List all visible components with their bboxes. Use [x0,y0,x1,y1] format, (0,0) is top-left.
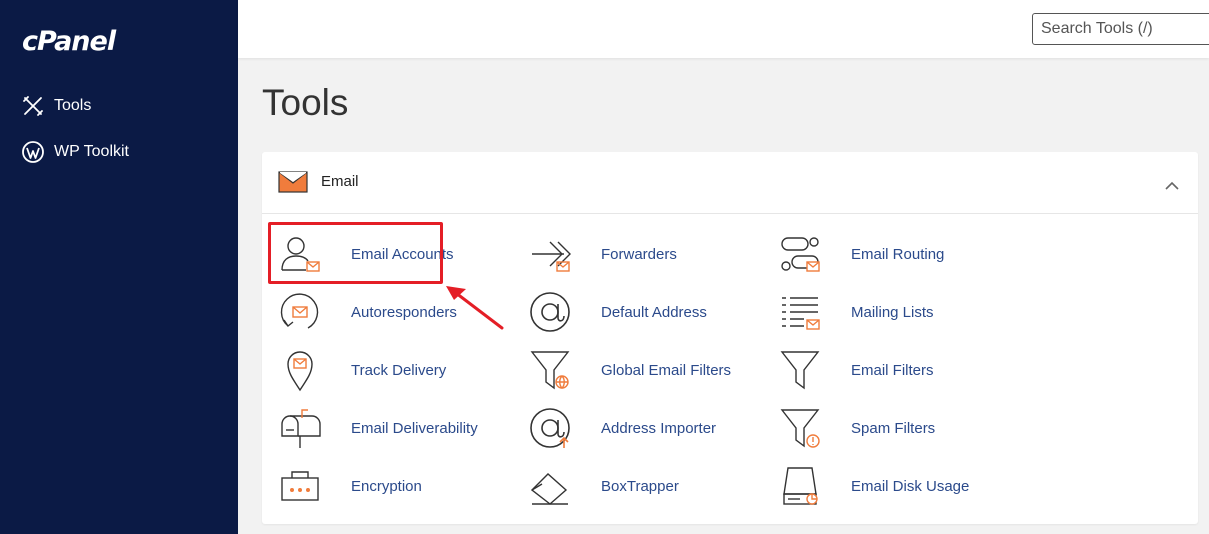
sidebar: cPanel Tools WP Toolkit [0,0,238,534]
search-input[interactable] [1032,13,1209,45]
forwarders-icon [528,232,572,276]
autoresponders-icon [278,290,322,334]
tool-label: Default Address [601,303,707,321]
tool-email-routing[interactable]: Email Routing [778,232,944,276]
section-title: Email [321,173,359,190]
tool-label: BoxTrapper [601,477,679,495]
tool-track-delivery[interactable]: Track Delivery [278,348,446,392]
tool-encryption[interactable]: Encryption [278,464,422,508]
tool-label: Email Filters [851,361,934,379]
filter-icon [778,348,822,392]
tool-label: Email Deliverability [351,419,478,437]
sidebar-item-tools[interactable]: Tools [22,95,91,117]
global-filter-icon [528,348,572,392]
tool-email-deliverability[interactable]: Email Deliverability [278,406,478,450]
mailing-lists-icon [778,290,822,334]
tool-boxtrapper[interactable]: BoxTrapper [528,464,679,508]
tool-email-filters[interactable]: Email Filters [778,348,934,392]
tool-label: Forwarders [601,245,677,263]
envelope-icon [278,171,308,198]
tool-label: Encryption [351,477,422,495]
email-accounts-icon [278,232,322,276]
email-section-header[interactable]: Email [262,152,1198,214]
sidebar-item-wp-toolkit[interactable]: WP Toolkit [22,141,129,163]
top-bar [238,0,1209,58]
tool-mailing-lists[interactable]: Mailing Lists [778,290,934,334]
at-sign-icon [528,290,572,334]
tools-icon [22,95,44,117]
tool-label: Email Disk Usage [851,477,970,495]
tool-forwarders[interactable]: Forwarders [528,232,677,276]
tool-label: Address Importer [601,419,717,437]
encryption-icon [278,464,322,508]
wordpress-icon [22,141,44,163]
tool-label: Global Email Filters [601,361,732,379]
address-importer-icon [528,406,572,450]
chevron-up-icon[interactable] [1165,178,1179,196]
arrow-icon [440,280,506,337]
page-title: Tools [262,82,349,123]
tool-default-address[interactable]: Default Address [528,290,707,334]
tool-label: Email Accounts [351,245,454,263]
spam-filter-icon [778,406,822,450]
boxtrapper-icon [528,464,572,508]
sidebar-item-label: Tools [54,97,92,114]
cpanel-logo[interactable]: cPanel [22,26,116,57]
tool-label: Email Routing [851,245,945,263]
tool-label: Spam Filters [851,419,936,437]
tool-spam-filters[interactable]: Spam Filters [778,406,935,450]
tool-label: Track Delivery [351,361,447,379]
sidebar-item-label: WP Toolkit [54,143,129,160]
tool-address-importer[interactable]: Address Importer [528,406,716,450]
location-pin-icon [278,348,322,392]
tool-email-disk-usage[interactable]: Email Disk Usage [778,464,969,508]
tool-autoresponders[interactable]: Autoresponders [278,290,457,334]
tool-label: Mailing Lists [851,303,934,321]
tool-global-email-filters[interactable]: Global Email Filters [528,348,731,392]
mailbox-icon [278,406,322,450]
tool-email-accounts[interactable]: Email Accounts [278,232,454,276]
email-routing-icon [778,232,822,276]
disk-usage-icon [778,464,822,508]
